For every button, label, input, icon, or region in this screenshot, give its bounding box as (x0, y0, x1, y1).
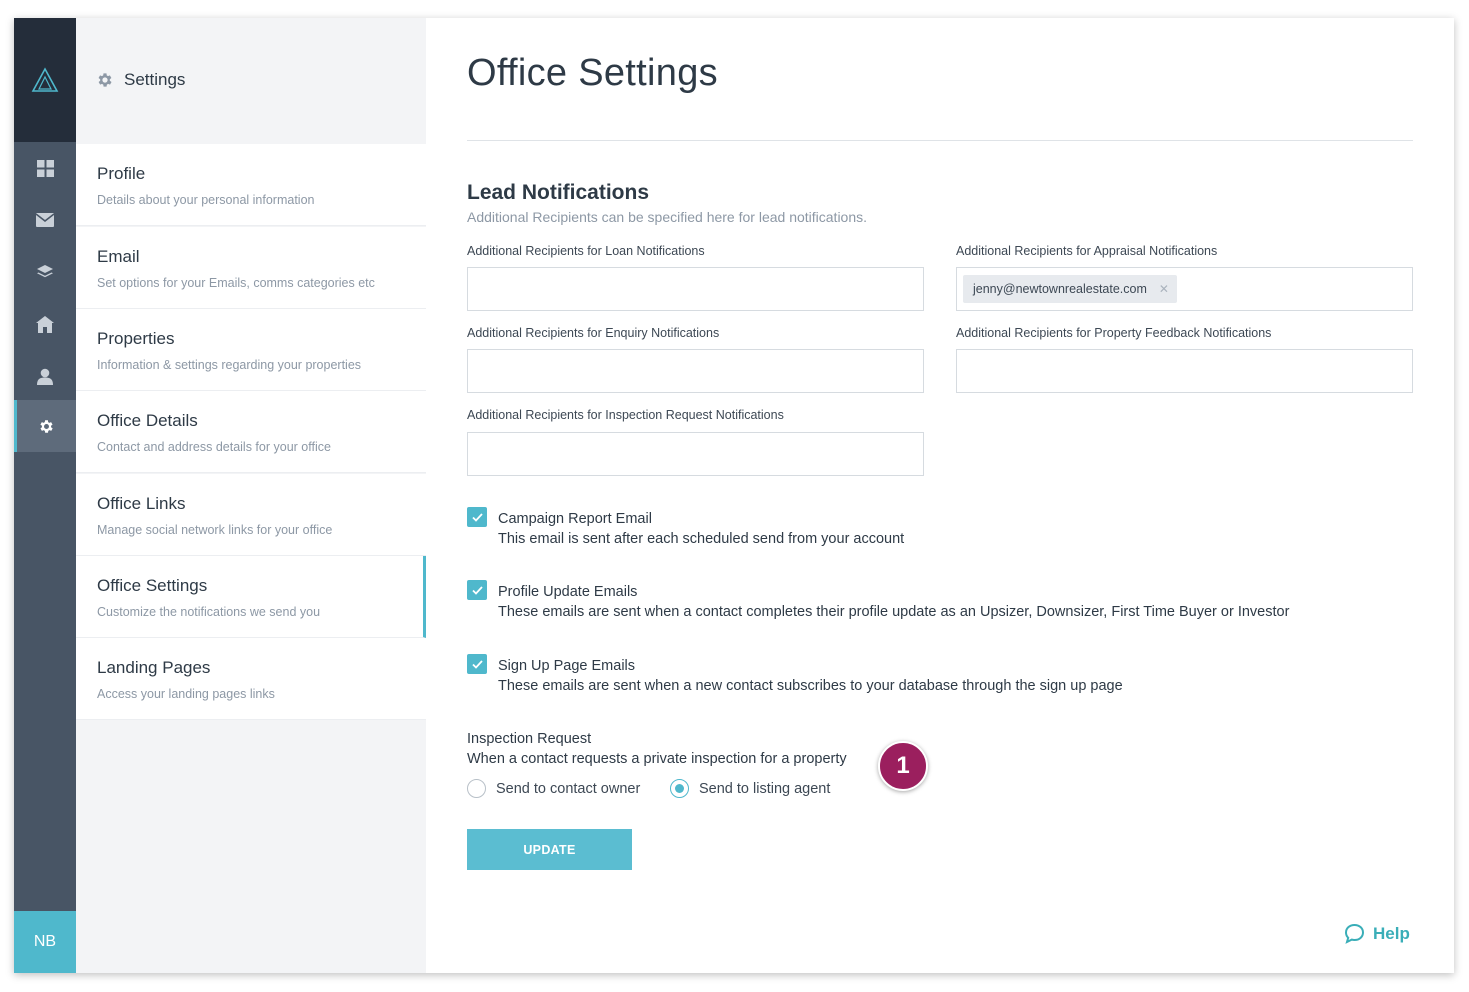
enquiry-recipients-input[interactable] (467, 349, 924, 393)
layers-icon (37, 265, 53, 278)
settings-menu-header: Settings (76, 18, 426, 142)
icon-rail: NB (14, 18, 76, 973)
menu-item-desc: Manage social network links for your off… (97, 523, 333, 537)
menu-item-title: Profile (97, 164, 146, 183)
recipient-tag-label: jenny@newtownrealestate.com (973, 282, 1147, 296)
page-title: Office Settings (467, 52, 718, 94)
user-icon (37, 368, 53, 385)
inspection-request-title: Inspection Request (467, 731, 592, 747)
mail-icon (36, 213, 54, 227)
menu-item-email[interactable]: Email Set options for your Emails, comms… (76, 227, 426, 309)
feedback-recipients-input[interactable] (956, 349, 1413, 393)
chat-bubble-icon (1344, 923, 1365, 944)
menu-item-office-links[interactable]: Office Links Manage social network links… (76, 474, 426, 556)
menu-item-title: Office Links (97, 494, 186, 513)
menu-item-properties[interactable]: Properties Information & settings regard… (76, 309, 426, 391)
rail-item-dashboard[interactable] (14, 142, 76, 194)
inspection-recipients-label: Additional Recipients for Inspection Req… (467, 408, 784, 422)
check-icon (471, 659, 483, 669)
radio-label: Send to listing agent (699, 780, 831, 797)
enquiry-recipients-label: Additional Recipients for Enquiry Notifi… (467, 326, 720, 340)
checkbox-desc: These emails are sent when a contact com… (498, 604, 1290, 620)
gear-icon (98, 73, 112, 87)
sign-up-page-checkbox[interactable] (467, 654, 487, 674)
menu-item-desc: Contact and address details for your off… (97, 440, 331, 454)
menu-item-desc: Access your landing pages links (97, 687, 275, 701)
app-window: NB Settings Profile Details about your p… (14, 18, 1454, 973)
inspection-request-subtitle: When a contact requests a private inspec… (467, 751, 847, 767)
menu-item-desc: Details about your personal information (97, 193, 315, 207)
check-icon (471, 585, 483, 595)
checkbox-desc: This email is sent after each scheduled … (498, 531, 905, 547)
rail-item-settings[interactable] (14, 400, 76, 452)
divider (467, 140, 1413, 141)
rail-item-properties[interactable] (14, 298, 76, 350)
profile-update-checkbox[interactable] (467, 580, 487, 600)
menu-item-title: Office Details (97, 411, 198, 430)
radio-button[interactable] (467, 779, 486, 798)
settings-menu: Settings Profile Details about your pers… (76, 18, 426, 973)
menu-item-profile[interactable]: Profile Details about your personal info… (76, 144, 426, 226)
help-button[interactable]: Help (1344, 923, 1410, 944)
logo[interactable] (14, 18, 76, 142)
close-icon[interactable]: ✕ (1159, 282, 1169, 296)
menu-item-desc: Set options for your Emails, comms categ… (97, 276, 375, 290)
checkbox-title: Campaign Report Email (498, 511, 652, 527)
avatar-initials: NB (33, 933, 57, 950)
step-marker: 1 (878, 741, 928, 791)
menu-item-title: Office Settings (97, 576, 208, 595)
menu-item-office-settings[interactable]: Office Settings Customize the notificati… (76, 556, 426, 638)
menu-item-title: Landing Pages (97, 658, 211, 677)
appraisal-recipients-input[interactable]: jenny@newtownrealestate.com ✕ (956, 267, 1413, 311)
menu-item-title: Email (97, 247, 140, 266)
help-label: Help (1373, 923, 1410, 943)
checkbox-title: Sign Up Page Emails (498, 658, 636, 674)
menu-item-title: Properties (97, 329, 175, 348)
loan-recipients-input[interactable] (467, 267, 924, 311)
menu-item-landing-pages[interactable]: Landing Pages Access your landing pages … (76, 638, 426, 720)
office-settings-panel: Office Settings Lead Notifications Addit… (426, 18, 1454, 973)
feedback-recipients-label: Additional Recipients for Property Feedb… (956, 326, 1272, 340)
checkbox-title: Profile Update Emails (498, 584, 638, 600)
home-icon (36, 315, 54, 333)
update-button[interactable]: UPDATE (467, 829, 632, 870)
rail-item-email[interactable] (14, 194, 76, 246)
section-subtitle: Additional Recipients can be specified h… (467, 209, 868, 225)
menu-item-desc: Customize the notifications we send you (97, 605, 321, 619)
recipient-tag: jenny@newtownrealestate.com ✕ (963, 275, 1177, 303)
menu-item-office-details[interactable]: Office Details Contact and address detai… (76, 391, 426, 473)
campaign-report-checkbox[interactable] (467, 507, 487, 527)
radio-button[interactable] (670, 779, 689, 798)
radio-dot (675, 784, 684, 793)
section-title: Lead Notifications (467, 181, 650, 204)
rail-item-contacts[interactable] (14, 350, 76, 402)
settings-menu-title: Settings (124, 70, 186, 89)
step-marker-number: 1 (896, 752, 910, 779)
check-icon (471, 512, 483, 522)
radio-label: Send to contact owner (496, 780, 641, 797)
dashboard-icon (36, 159, 54, 177)
radio-send-to-listing-agent[interactable]: Send to listing agent (670, 779, 830, 798)
avatar[interactable]: NB (14, 911, 76, 973)
inspection-recipients-input[interactable] (467, 432, 924, 476)
loan-recipients-label: Additional Recipients for Loan Notificat… (467, 244, 705, 258)
menu-item-desc: Information & settings regarding your pr… (97, 358, 362, 372)
gear-icon (40, 419, 53, 433)
rail-item-layers[interactable] (14, 246, 76, 298)
appraisal-recipients-label: Additional Recipients for Appraisal Noti… (956, 244, 1218, 258)
checkbox-desc: These emails are sent when a new contact… (498, 678, 1123, 694)
logo-icon (31, 67, 59, 92)
radio-send-to-contact-owner[interactable]: Send to contact owner (467, 779, 640, 798)
